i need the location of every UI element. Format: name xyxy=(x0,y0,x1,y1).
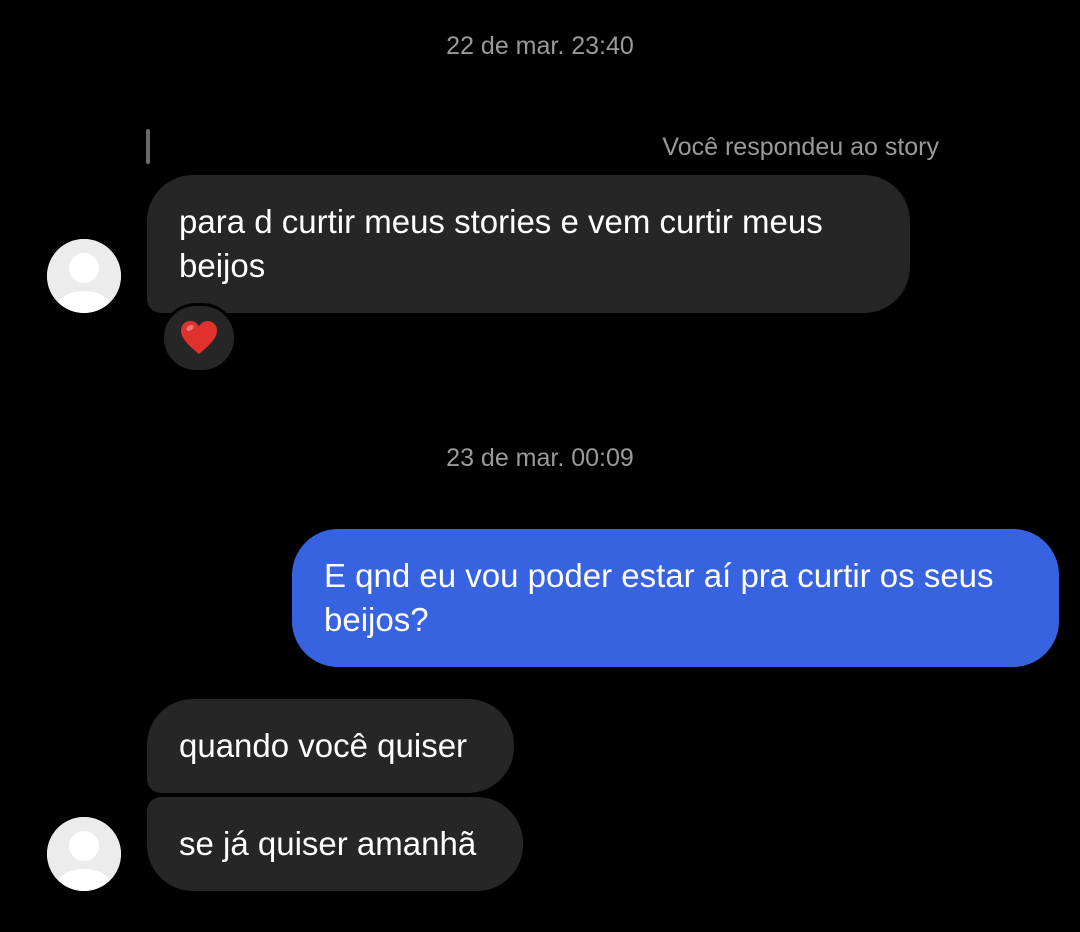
message-text: se já quiser amanhã xyxy=(179,825,477,862)
story-reply-label: Você respondeu ao story xyxy=(662,133,939,161)
avatar[interactable] xyxy=(47,817,121,891)
avatar[interactable] xyxy=(47,239,121,313)
story-reply-indicator xyxy=(146,129,150,164)
message-text: quando você quiser xyxy=(179,727,468,764)
timestamp: 23 de mar. 00:09 xyxy=(446,444,634,472)
message-text: E qnd eu vou poder estar aí pra curtir o… xyxy=(324,557,994,638)
message-bubble-incoming[interactable]: para d curtir meus stories e vem curtir … xyxy=(147,175,910,313)
message-bubble-incoming[interactable]: se já quiser amanhã xyxy=(147,797,523,891)
default-avatar-icon xyxy=(47,817,121,891)
message-reaction[interactable] xyxy=(161,303,237,373)
message-text: para d curtir meus stories e vem curtir … xyxy=(179,203,823,284)
message-bubble-outgoing[interactable]: E qnd eu vou poder estar aí pra curtir o… xyxy=(292,529,1059,667)
heart-icon xyxy=(181,321,217,354)
timestamp: 22 de mar. 23:40 xyxy=(446,32,634,60)
default-avatar-icon xyxy=(47,239,121,313)
message-bubble-incoming[interactable]: quando você quiser xyxy=(147,699,514,793)
